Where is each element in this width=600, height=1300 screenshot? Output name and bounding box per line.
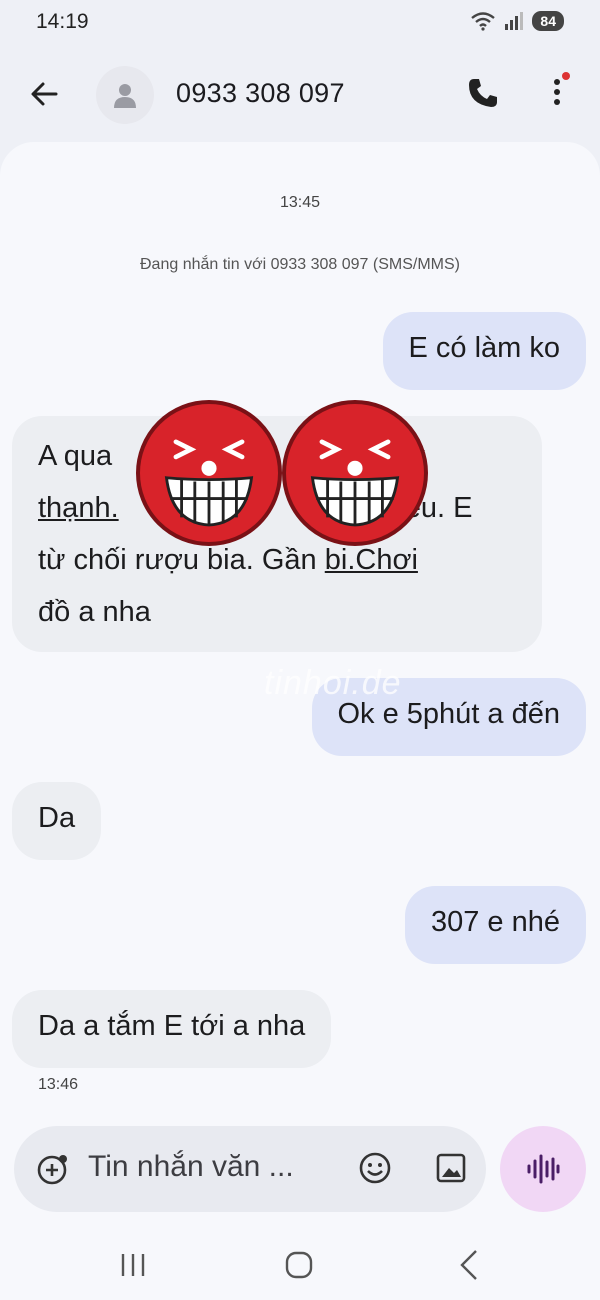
emoji-icon <box>359 1152 391 1184</box>
voice-wave-icon <box>527 1154 560 1184</box>
avatar-person-icon <box>114 84 136 108</box>
conversation-panel[interactable]: 13:45 Đang nhắn tin với 0933 308 097 (SM… <box>0 142 600 1108</box>
home-icon <box>285 1251 313 1279</box>
status-time: 14:19 <box>36 10 89 33</box>
call-button[interactable] <box>466 76 500 110</box>
voice-message-button[interactable] <box>500 1126 586 1212</box>
message-outgoing[interactable]: E có làm ko <box>382 312 586 390</box>
recents-button[interactable] <box>118 1250 148 1280</box>
watermark: tinhoi.de <box>264 664 402 702</box>
compose-bar: Tin nhắn văn ... <box>0 1108 600 1230</box>
home-button[interactable] <box>284 1250 314 1280</box>
message-incoming[interactable]: Da a tắm E tới a nha <box>12 990 332 1068</box>
battery-icon: 84 <box>532 11 564 31</box>
timestamp-bottom: 13:46 <box>38 1076 79 1093</box>
phone-icon <box>469 79 497 107</box>
recents-icon <box>121 1254 145 1276</box>
status-bar: 14:19 84 <box>0 0 600 46</box>
laughing-sticker-icon <box>136 400 282 546</box>
fragment: từ chối rượu bia. Gần <box>38 544 317 576</box>
back-button[interactable] <box>26 76 62 112</box>
message-input[interactable]: Tin nhắn văn ... <box>14 1126 486 1212</box>
back-arrow-icon <box>31 82 58 106</box>
fragment: A qua <box>38 440 113 472</box>
fragment: bi.Chơi <box>324 544 418 576</box>
wifi-icon <box>471 12 496 31</box>
avatar[interactable] <box>96 66 154 124</box>
emoji-button[interactable] <box>358 1151 392 1185</box>
laughing-sticker-icon <box>282 400 428 546</box>
gallery-icon <box>436 1153 466 1183</box>
message-outgoing[interactable]: 307 e nhé <box>404 886 586 964</box>
notification-dot <box>562 72 570 80</box>
gallery-button[interactable] <box>434 1151 468 1185</box>
add-attachment-button[interactable] <box>36 1152 70 1186</box>
fragment: đồ a nha <box>38 596 151 628</box>
fragment: thạnh. <box>38 492 119 524</box>
timestamp-top: 13:45 <box>279 194 321 211</box>
sms-info: Đang nhắn tin với 0933 308 097 (SMS/MMS) <box>140 256 460 273</box>
back-icon <box>460 1250 477 1280</box>
message-incoming[interactable]: Da <box>12 782 102 860</box>
contact-name: 0933 308 097 <box>176 78 345 108</box>
navigation-bar <box>0 1230 600 1300</box>
nav-back-button[interactable] <box>456 1248 482 1282</box>
status-icons: 84 <box>470 11 564 31</box>
app-bar: 0933 308 097 <box>0 46 600 140</box>
compose-placeholder: Tin nhắn văn ... <box>88 1150 294 1183</box>
add-attachment-icon <box>37 1155 67 1185</box>
signal-icon <box>505 12 524 30</box>
more-options-button[interactable] <box>540 72 574 112</box>
